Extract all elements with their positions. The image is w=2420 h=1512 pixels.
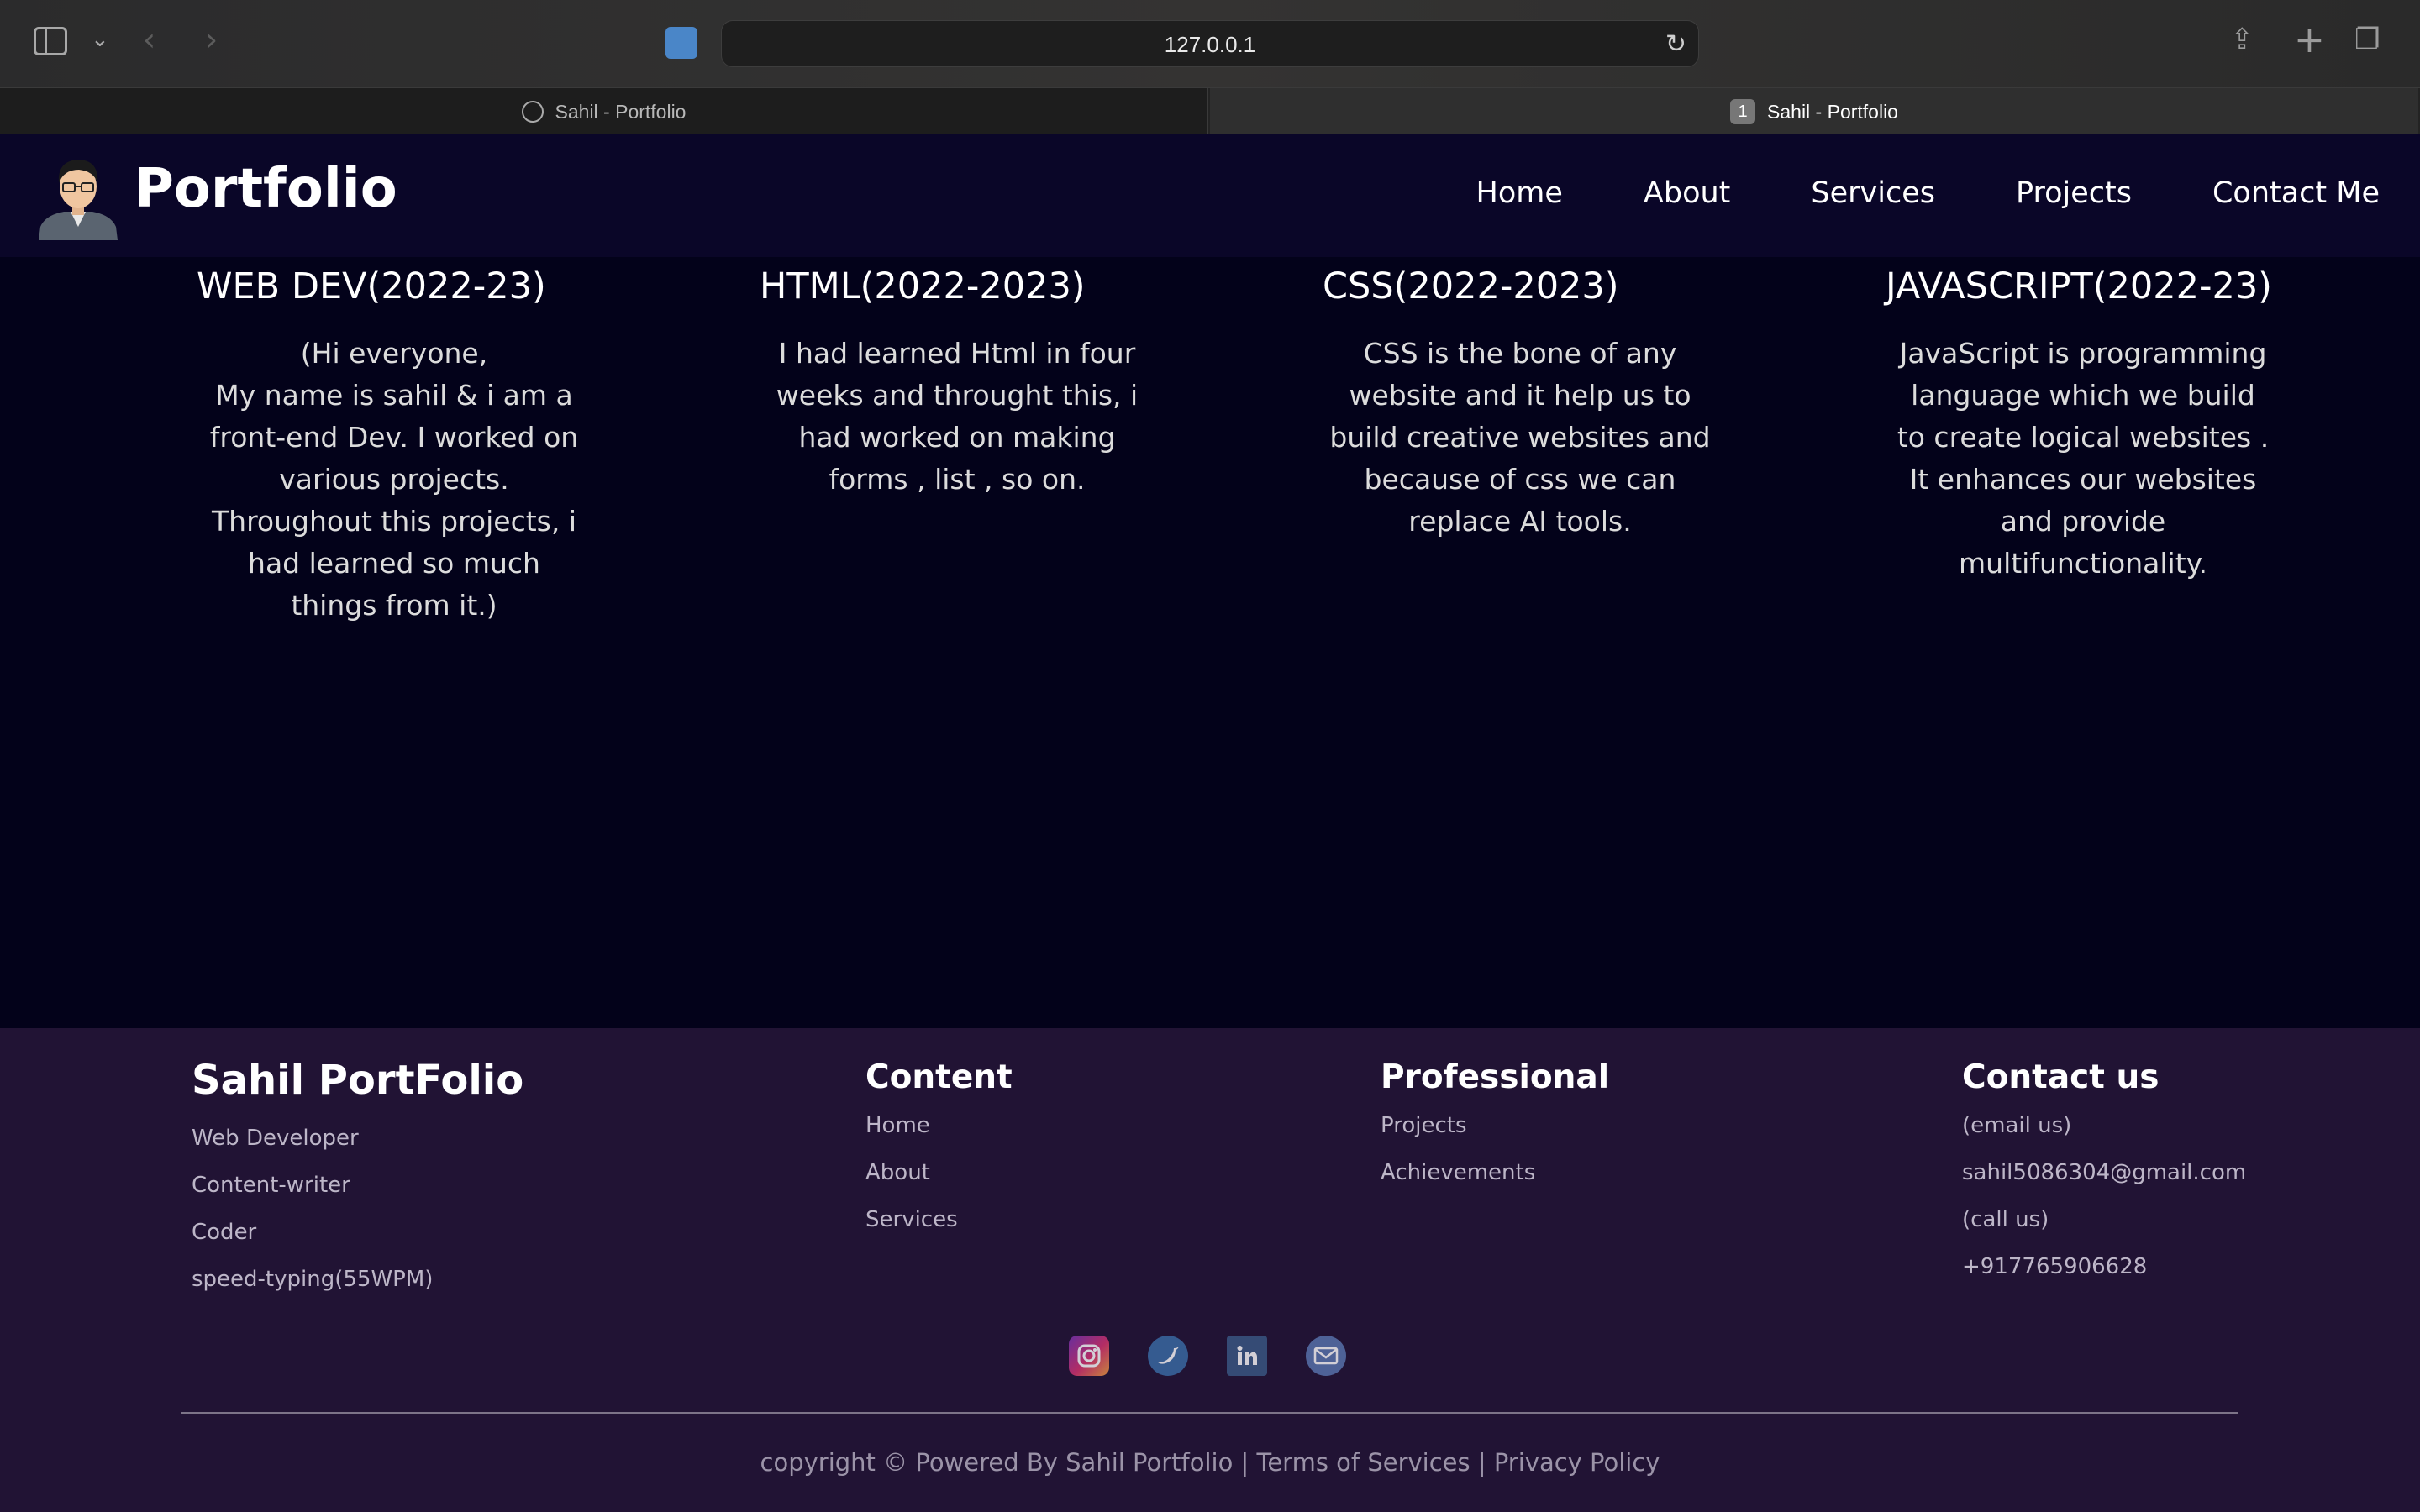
address-bar[interactable]: 127.0.0.1 ↻ [721, 20, 1699, 67]
skills-section: WEB DEV(2022-23) (Hi everyone, My name i… [0, 257, 2420, 1028]
linkedin-icon[interactable] [1227, 1336, 1267, 1376]
nav-contact[interactable]: Contact Me [2212, 176, 2380, 210]
compass-icon [521, 101, 544, 123]
tab-1[interactable]: Sahil - Portfolio [0, 88, 1208, 135]
tab-number-badge: 1 [1730, 99, 1756, 124]
forward-icon[interactable]: › [205, 24, 218, 55]
tab-overview-icon[interactable]: ❐ [2354, 25, 2380, 54]
nav-services[interactable]: Services [1811, 176, 1935, 210]
browser-toolbar: ⌄ ‹ › 127.0.0.1 ↻ ⇪ + ❐ [0, 0, 2420, 87]
footer-item: Content-writer [192, 1173, 350, 1198]
sidebar-toggle-icon[interactable] [34, 27, 67, 55]
chevron-down-icon[interactable]: ⌄ [91, 29, 109, 50]
footer-professional: Professional Projects Achievements [1381, 1058, 1609, 1209]
nav-home[interactable]: Home [1476, 176, 1563, 210]
card-text: (Hi everyone, My name is sahil & i am a … [209, 337, 579, 622]
footer-link-about[interactable]: About [865, 1162, 1013, 1184]
copyright-text: copyright © Powered By Sahil Portfolio |… [760, 1448, 1660, 1477]
footer-link-services[interactable]: Services [865, 1209, 1013, 1231]
email-icon[interactable] [1306, 1336, 1346, 1376]
card-title: JAVASCRIPT(2022-23) [1886, 265, 2272, 307]
tab-title: Sahil - Portfolio [1767, 100, 1898, 123]
card-text: JavaScript is programming language which… [1897, 337, 2270, 580]
card-text: I had learned Html in four weeks and thr… [776, 337, 1139, 496]
footer-item: (call us) [1962, 1207, 2049, 1232]
social-links [1069, 1336, 1346, 1376]
footer-item: Web Developer [192, 1126, 359, 1151]
card-title: HTML(2022-2023) [760, 265, 1086, 307]
card-title: WEB DEV(2022-23) [197, 265, 546, 307]
back-icon[interactable]: ‹ [143, 24, 155, 55]
reload-icon[interactable]: ↻ [1665, 29, 1686, 59]
footer-brand: Sahil PortFolio Web Developer Content-wr… [192, 1057, 523, 1315]
skill-card-web-dev: WEB DEV(2022-23) (Hi everyone, My name i… [197, 265, 592, 627]
url-text[interactable]: 127.0.0.1 [722, 32, 1698, 58]
skill-card-javascript: JAVASCRIPT(2022-23) JavaScript is progra… [1886, 265, 2281, 585]
footer-heading: Content [865, 1058, 1013, 1096]
logo-text[interactable]: Portfolio [134, 158, 397, 220]
card-title: CSS(2022-2023) [1323, 265, 1619, 307]
footer-link-projects[interactable]: Projects [1381, 1115, 1609, 1137]
footer-heading: Professional [1381, 1058, 1610, 1096]
site-favicon-icon [666, 27, 697, 59]
tab-bar: Sahil - Portfolio 1 Sahil - Portfolio [0, 87, 2420, 135]
card-text: CSS is the bone of any website and it he… [1329, 337, 1711, 538]
site-header: Portfolio Home About Services Projects C… [0, 134, 2420, 257]
footer-link-achievements[interactable]: Achievements [1381, 1162, 1609, 1184]
footer-item: speed-typing(55WPM) [192, 1267, 434, 1292]
footer-content: Content Home About Services [865, 1058, 1013, 1256]
footer-phone-link[interactable]: +917765906628 [1962, 1256, 2246, 1278]
footer-heading: Contact us [1962, 1058, 2160, 1096]
footer-divider [182, 1412, 2238, 1414]
footer-item: (email us) [1962, 1113, 2072, 1138]
main-nav: Home About Services Projects Contact Me [1476, 176, 2380, 210]
skill-card-html: HTML(2022-2023) I had learned Html in fo… [760, 265, 1155, 501]
site-footer: Sahil PortFolio Web Developer Content-wr… [0, 1028, 2420, 1512]
tab-title: Sahil - Portfolio [555, 100, 687, 123]
new-tab-icon[interactable]: + [2294, 22, 2325, 59]
share-icon[interactable]: ⇪ [2230, 25, 2254, 54]
twitter-icon[interactable] [1148, 1336, 1188, 1376]
footer-link-home[interactable]: Home [865, 1115, 1013, 1137]
footer-email-link[interactable]: sahil5086304@gmail.com [1962, 1162, 2246, 1184]
skill-card-css: CSS(2022-2023) CSS is the bone of any we… [1323, 265, 1718, 543]
tab-2[interactable]: 1 Sahil - Portfolio [1210, 88, 2418, 135]
nav-about[interactable]: About [1644, 176, 1730, 210]
footer-contact: Contact us (email us) sahil5086304@gmail… [1962, 1058, 2246, 1303]
footer-item: Coder [192, 1220, 257, 1245]
avatar [39, 160, 118, 240]
nav-projects[interactable]: Projects [2016, 176, 2132, 210]
footer-brand-title: Sahil PortFolio [192, 1057, 524, 1104]
instagram-icon[interactable] [1069, 1336, 1109, 1376]
